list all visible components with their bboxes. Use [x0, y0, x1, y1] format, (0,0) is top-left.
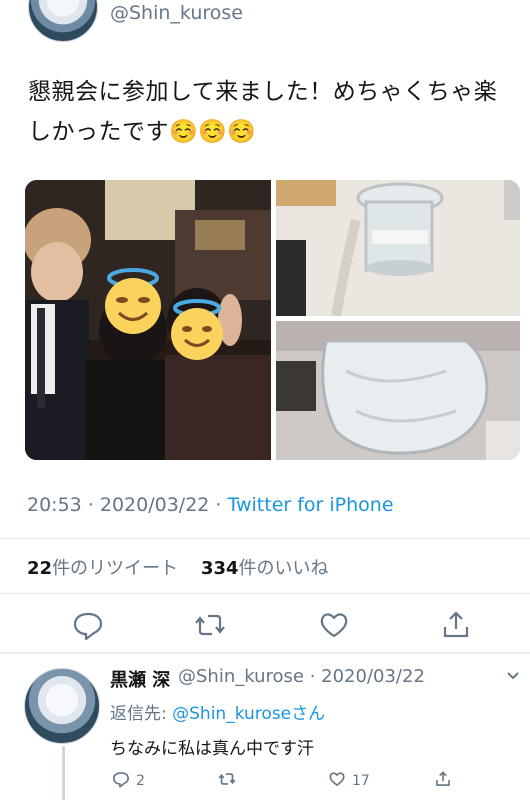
reply-to-prefix: 返信先:	[110, 704, 173, 724]
divider	[0, 538, 530, 539]
media-photo-glass[interactable]	[276, 180, 520, 316]
reply-to-line: 返信先: @Shin_kuroseさん	[110, 699, 325, 724]
like-count-small: 17	[352, 773, 370, 789]
retweet-icon[interactable]	[190, 605, 230, 645]
reply-tweet[interactable]: 黒瀬 深 @Shin_kurose · 2020/03/22 返信先: @Shi…	[0, 654, 530, 800]
tweet-stats: 22件のリツイート 334件のいいね	[27, 554, 329, 580]
retweet-icon	[216, 768, 238, 794]
reply-like-action[interactable]: 17	[326, 768, 370, 794]
reply-to-suffix: さん	[291, 704, 326, 724]
reply-count: 2	[136, 773, 145, 789]
tweet-timestamp: 20:53 · 2020/03/22 ·	[27, 494, 228, 516]
reply-reply-action[interactable]: 2	[110, 768, 145, 794]
retweet-label: 件のリツイート	[52, 558, 179, 579]
tweet-action-bar	[0, 605, 530, 645]
reply-avatar[interactable]	[24, 668, 100, 744]
reply-share-action[interactable]	[432, 768, 454, 794]
glass-photo-drawing	[276, 180, 520, 316]
thread-line	[62, 746, 65, 800]
media-photo-group[interactable]	[25, 180, 271, 460]
group-photo-drawing	[25, 180, 271, 460]
author-avatar[interactable]	[28, 0, 98, 42]
reply-text: ちなみに私は真ん中です汗	[110, 739, 314, 759]
carafe-photo-drawing	[276, 321, 520, 460]
retweet-stat[interactable]: 22件のリツイート	[27, 558, 178, 579]
tweet-meta: 20:53 · 2020/03/22 · Twitter for iPhone	[27, 494, 394, 516]
chevron-down-icon[interactable]	[505, 668, 521, 688]
media-photo-carafe[interactable]	[276, 321, 520, 460]
retweet-count: 22	[27, 558, 53, 579]
reply-handle-date: @Shin_kurose · 2020/03/22	[178, 666, 425, 687]
tweet-text: 懇親会に参加して来ました！めちゃくちゃ楽しかったです☺️☺️☺️	[28, 79, 498, 145]
heart-icon[interactable]	[314, 605, 354, 645]
reply-action-bar: 2 17	[110, 768, 510, 794]
reply-icon	[110, 768, 132, 794]
reply-icon[interactable]	[68, 605, 108, 645]
share-icon	[432, 768, 454, 794]
like-label: 件のいいね	[238, 558, 329, 579]
reply-retweet-action[interactable]	[216, 768, 238, 794]
author-handle[interactable]: @Shin_kurose	[110, 2, 243, 24]
heart-icon	[326, 768, 348, 794]
like-stat[interactable]: 334件のいいね	[201, 558, 329, 579]
reply-to-handle-link[interactable]: @Shin_kurose	[172, 704, 291, 724]
divider	[0, 593, 530, 594]
tweet-media-grid[interactable]	[25, 180, 520, 460]
share-icon[interactable]	[436, 605, 476, 645]
like-count: 334	[200, 558, 239, 579]
reply-author-name[interactable]: 黒瀬 深	[110, 666, 170, 692]
tweet-source-link[interactable]: Twitter for iPhone	[228, 494, 394, 516]
